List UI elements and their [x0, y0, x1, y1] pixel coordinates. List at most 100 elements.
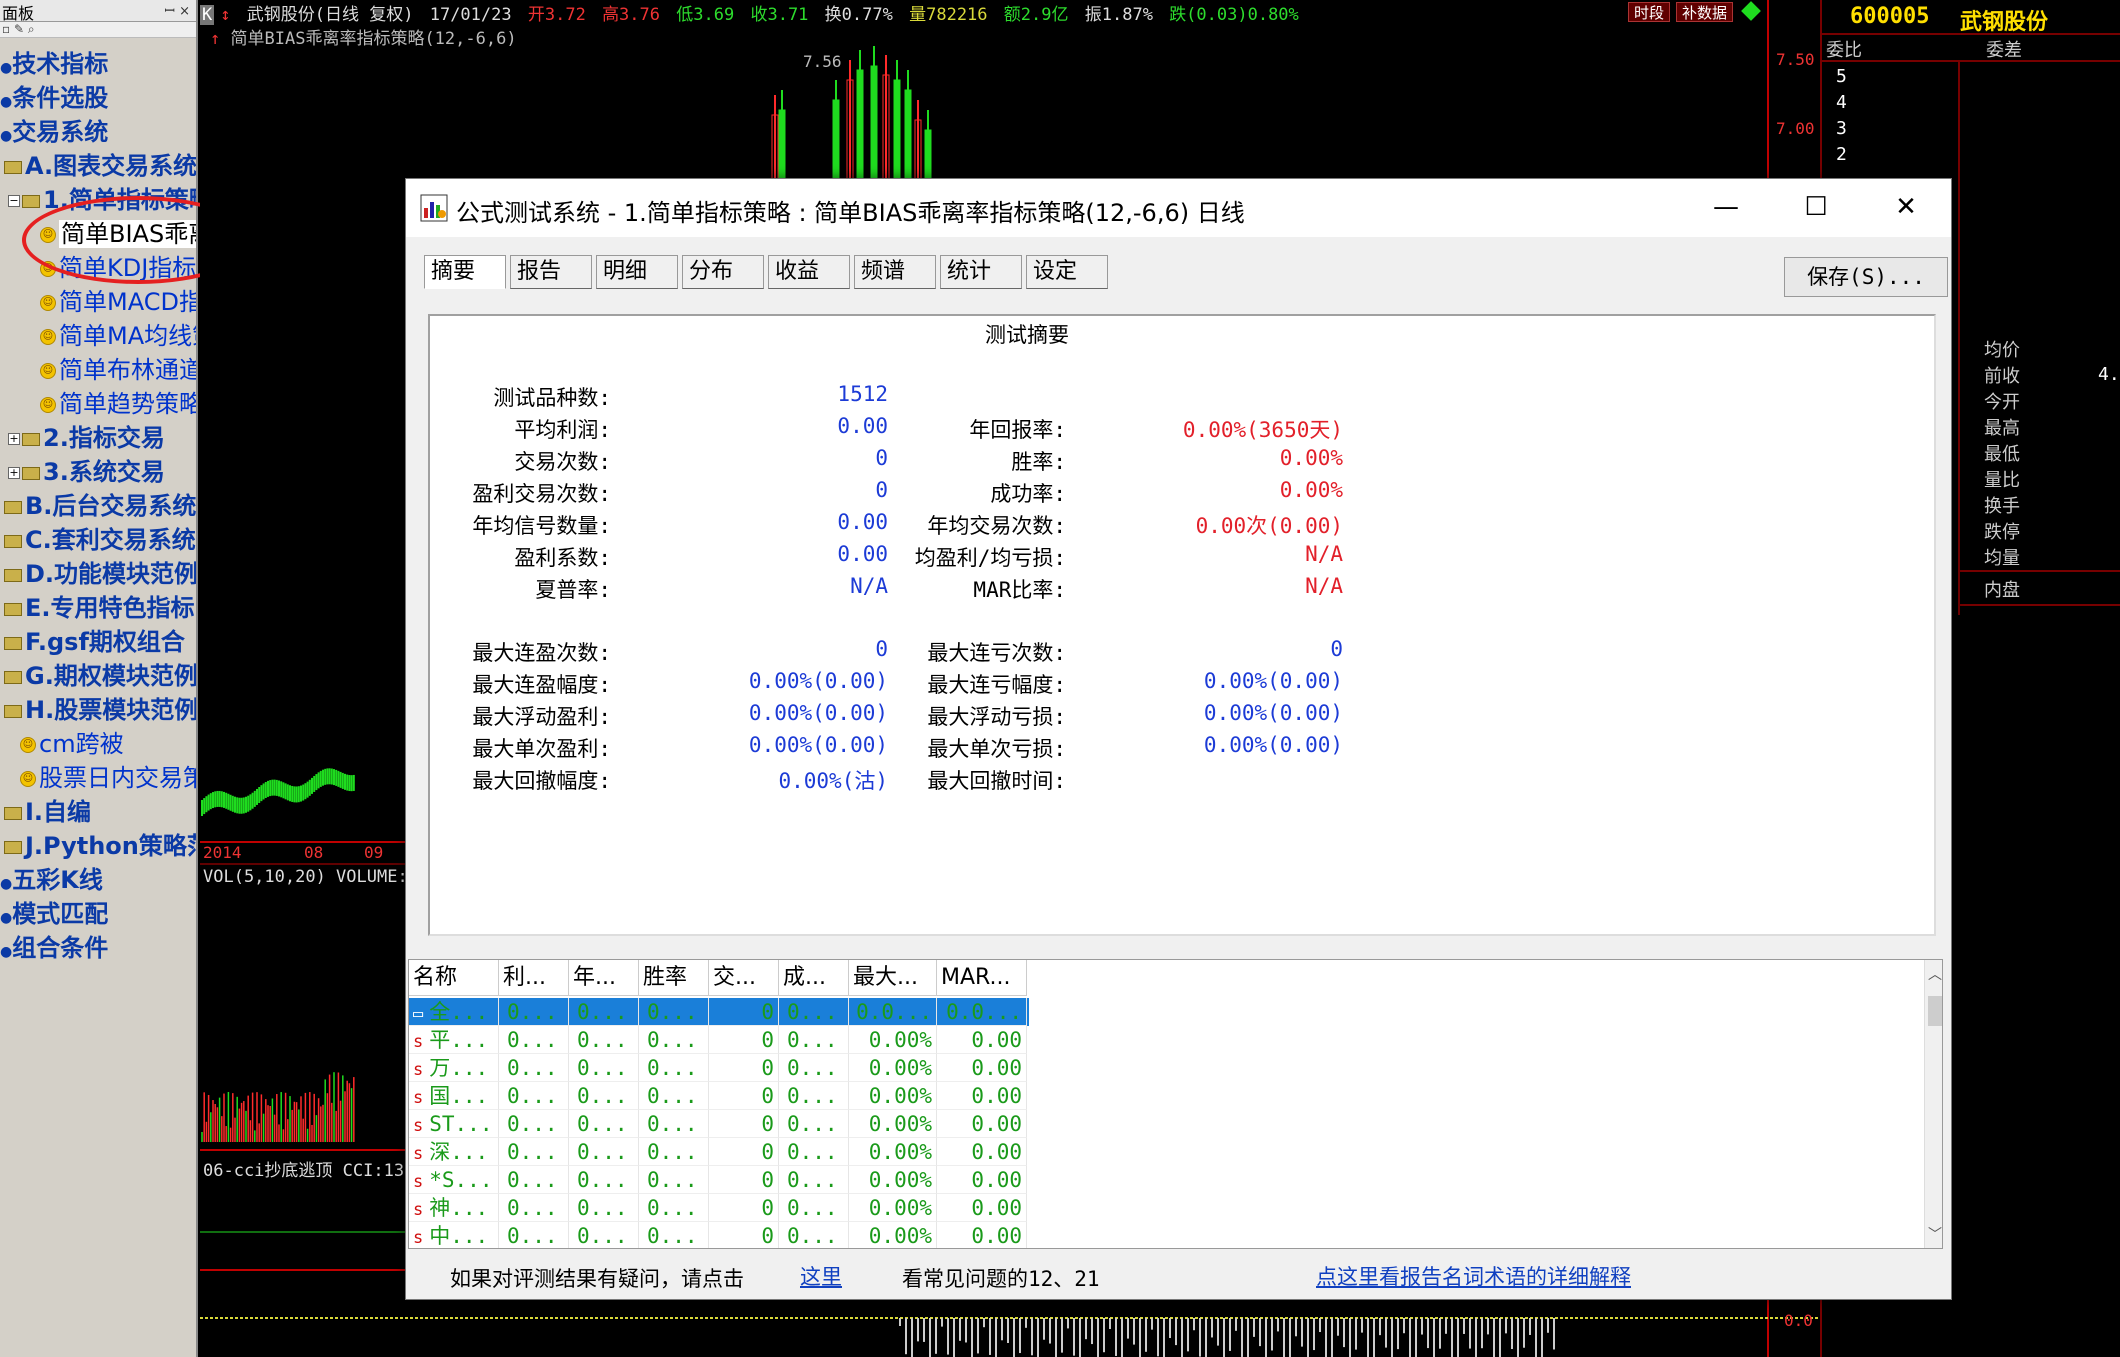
glossary-link[interactable]: 点这里看报告名词术语的详细解释	[1316, 1261, 1631, 1291]
table-scrollbar[interactable]: ︿ ﹀	[1924, 960, 1942, 1248]
table-row[interactable]: s 平... 0... 0... 0... 0 0... 0.00% 0.00	[409, 1026, 1029, 1054]
tree-item[interactable]: G.期权模块范例	[4, 660, 196, 692]
tab-2[interactable]: 明细	[596, 255, 678, 289]
quote-field-label: 均价	[1984, 340, 2020, 361]
table-cell-c1: 0...	[499, 1110, 569, 1138]
table-cell-c1: 0...	[499, 1222, 569, 1248]
table-cell-name: s 国...	[409, 1082, 499, 1110]
tree-item[interactable]: +3.系统交易	[8, 456, 165, 488]
turnover-rate: 换0.77%	[824, 5, 893, 25]
tree-item[interactable]: F.gsf期权组合	[4, 626, 185, 658]
tree-item[interactable]: ●五彩K线	[0, 864, 103, 896]
result-table[interactable]: 名称 利... 年... 胜率 交... 成... 最大... MAR... ▭ 全... 0..…	[408, 959, 1943, 1249]
folder-icon	[4, 500, 22, 514]
tree-item[interactable]: ☺ cm跨被	[20, 728, 124, 760]
formula-tree-panel: 面板 ꟷ × ▫ ✎ ⌕ ●技术指标 ●条件选股 ●交易系统 A.图表交易系统 −1.简…	[0, 0, 198, 1357]
tree-item[interactable]: J.Python策略范例	[4, 830, 196, 862]
tab-3[interactable]: 分布	[682, 255, 764, 289]
column-header-0[interactable]: 名称	[409, 960, 499, 996]
folder-icon	[4, 534, 22, 548]
table-cell-c6: 0.00%	[849, 1166, 937, 1194]
tree-item[interactable]: A.图表交易系统	[4, 150, 198, 182]
table-cell-c7: 0.00	[937, 1194, 1027, 1222]
close-button[interactable]: ✕	[1861, 179, 1951, 237]
tree-item-label: A.图表交易系统	[25, 152, 198, 180]
tree-item[interactable]: ☺简单KDJ指标策略	[40, 252, 196, 284]
tree-item[interactable]: ☺简单BIAS乖离率指标策略	[40, 218, 196, 250]
summary-title: 测试摘要	[985, 323, 1069, 347]
column-header-5[interactable]: 成...	[779, 960, 849, 996]
row-name: 万...	[429, 1056, 489, 1080]
footer-note: 如果对评测结果有疑问，请点击	[450, 1267, 744, 1291]
column-header-6[interactable]: 最大...	[849, 960, 937, 996]
tree-item[interactable]: ●模式匹配	[0, 898, 108, 930]
table-row[interactable]: s 中... 0... 0... 0... 0 0... 0.00% 0.00	[409, 1222, 1029, 1248]
expand-icon[interactable]: +	[8, 433, 20, 445]
column-header-7[interactable]: MAR...	[937, 960, 1027, 996]
save-button[interactable]: 保存(S)...	[1784, 257, 1948, 297]
table-row[interactable]: ▭ 全... 0... 0... 0... 0 0... 0.0... 0.0...	[409, 998, 1029, 1026]
tree-item[interactable]: B.后台交易系统	[4, 490, 196, 522]
table-row[interactable]: s 神... 0... 0... 0... 0 0... 0.00% 0.00	[409, 1194, 1029, 1222]
scroll-down-icon[interactable]: ﹀	[1925, 1224, 1942, 1244]
tree-item[interactable]: ☺简单MACD指标策略	[40, 286, 196, 318]
table-row[interactable]: s 深... 0... 0... 0... 0 0... 0.00% 0.00	[409, 1138, 1029, 1166]
tab-7[interactable]: 设定	[1026, 255, 1108, 289]
tab-1[interactable]: 报告	[510, 255, 592, 289]
tree-item[interactable]: +2.指标交易	[8, 422, 165, 454]
edit-icon[interactable]: ✎	[14, 22, 24, 36]
tab-6[interactable]: 统计	[940, 255, 1022, 289]
stat-right-4-value: N/A	[1305, 542, 1343, 566]
extreme-right-1-label: 最大连亏幅度:	[927, 673, 1066, 697]
dialog-titlebar[interactable]: 公式测试系统 - 1.简单指标策略 : 简单BIAS乖离率指标策略(12,-6,…	[406, 179, 1951, 237]
extreme-left-4-value: 0.00%(沽)	[778, 769, 888, 793]
column-header-2[interactable]: 年...	[569, 960, 639, 996]
quote-divider-3	[1958, 570, 2120, 572]
table-row[interactable]: s 国... 0... 0... 0... 0 0... 0.00% 0.00	[409, 1082, 1029, 1110]
column-header-1[interactable]: 利...	[499, 960, 569, 996]
table-row[interactable]: s 万... 0... 0... 0... 0 0... 0.00% 0.00	[409, 1054, 1029, 1082]
column-header-4[interactable]: 交...	[709, 960, 779, 996]
faq-link[interactable]: 这里	[800, 1261, 842, 1291]
tree-item[interactable]: ☺股票日内交易策略	[20, 762, 196, 794]
maximize-button[interactable]: ☐	[1771, 179, 1861, 237]
pin-icon[interactable]: ꟷ ×	[164, 1, 190, 19]
tab-4[interactable]: 收益	[768, 255, 850, 289]
search-icon[interactable]: ⌕	[28, 22, 35, 36]
stock-type-icon: s	[413, 1172, 424, 1192]
tree-item[interactable]: D.功能模块范例	[4, 558, 196, 590]
tree-item-label: 技术指标	[12, 50, 109, 78]
tree-item[interactable]: ●交易系统	[0, 116, 108, 148]
column-header-3[interactable]: 胜率	[639, 960, 709, 996]
open-price: 开3.72	[527, 5, 586, 25]
tree-item[interactable]: ●技术指标	[0, 48, 108, 80]
row-name: 深...	[429, 1140, 489, 1164]
price-peak-label: 7.56	[803, 52, 842, 71]
table-row[interactable]: s ST... 0... 0... 0... 0 0... 0.00% 0.00	[409, 1110, 1029, 1138]
tree-item[interactable]: C.套利交易系统	[4, 524, 196, 556]
tree-item[interactable]: ☺ 简单趋势策略	[40, 388, 196, 420]
tree-item[interactable]: ☺简单布林通道策略	[40, 354, 196, 386]
collapse-icon[interactable]: −	[8, 195, 20, 207]
fill-data-button[interactable]: 补数据	[1676, 2, 1734, 22]
period-button[interactable]: 时段	[1628, 2, 1671, 22]
scroll-up-icon[interactable]: ︿	[1925, 964, 1942, 984]
minimize-button[interactable]: —	[1681, 179, 1771, 237]
tree-item[interactable]: ☺简单MA均线策略	[40, 320, 196, 352]
tree-item[interactable]: H.股票模块范例	[4, 694, 196, 726]
tree-item[interactable]: E.专用特色指标	[4, 592, 195, 624]
stat-right-4-label: 均盈利/均亏损:	[914, 546, 1066, 570]
tree-item[interactable]: ●条件选股	[0, 82, 108, 114]
row-name: 全...	[429, 1000, 489, 1024]
kline-icon[interactable]: K	[200, 5, 215, 25]
tree-item[interactable]: ●组合条件	[0, 932, 108, 964]
tab-5[interactable]: 频谱	[854, 255, 936, 289]
tree-item[interactable]: − 1.简单指标策略	[8, 184, 196, 216]
table-row[interactable]: s *S... 0... 0... 0... 0 0... 0.00% 0.00	[409, 1166, 1029, 1194]
expand-icon[interactable]: +	[8, 467, 20, 479]
scroll-thumb[interactable]	[1928, 996, 1942, 1026]
tab-0[interactable]: 摘要	[424, 255, 506, 289]
ask-level-5: 5	[1836, 66, 1847, 87]
tree-item[interactable]: I.自编	[4, 796, 91, 828]
new-icon[interactable]: ▫	[2, 22, 10, 36]
